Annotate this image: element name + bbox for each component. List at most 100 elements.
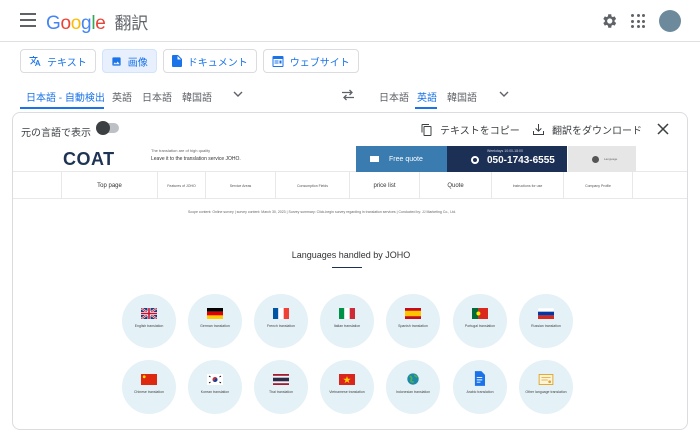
- language-item-german: German translation: [188, 294, 242, 348]
- site-nav-item: Top page: [61, 172, 157, 199]
- document-icon: [474, 371, 485, 386]
- top-app-bar: Google 翻訳: [0, 0, 700, 42]
- settings-gear-icon[interactable]: [600, 12, 618, 30]
- language-caption: Russian translation: [531, 324, 561, 328]
- language-caption: Thai translation: [269, 390, 293, 394]
- portugal-flag-icon: [472, 308, 488, 319]
- language-caption: Korean translation: [200, 390, 230, 394]
- language-caption: Portugal translation: [464, 324, 496, 328]
- site-nav-item: price list: [349, 172, 419, 199]
- language-item-spanish: Spanish translation: [386, 294, 440, 348]
- phone-number: 050-1743-6555: [487, 155, 555, 166]
- document-mode-button[interactable]: ドキュメント: [162, 49, 257, 73]
- site-navigation: Top page Features of JOHO Service Areas …: [13, 172, 687, 199]
- panel-toolbar: 元の言語で表示 テキストをコピー 翻訳をダウンロード: [13, 113, 687, 145]
- china-flag-icon: [141, 374, 157, 385]
- download-translation-button[interactable]: 翻訳をダウンロード: [533, 122, 642, 137]
- source-lang-korean[interactable]: 韓国語: [182, 89, 212, 104]
- target-lang-japanese[interactable]: 日本語: [379, 89, 409, 104]
- site-logo: COAT: [63, 149, 115, 169]
- download-translation-label: 翻訳をダウンロード: [552, 126, 642, 137]
- target-lang-english[interactable]: 英語: [417, 89, 437, 104]
- language-item-italian: Italian translation: [320, 294, 374, 348]
- translation-mode-bar: テキスト 画像 ドキュメント ウェブサイト: [20, 49, 359, 73]
- logo-letter: o: [60, 13, 71, 34]
- language-caption: German translation: [200, 324, 230, 328]
- main-menu-icon[interactable]: [20, 13, 36, 27]
- copy-text-label: テキストをコピー: [440, 126, 520, 137]
- copy-text-button[interactable]: テキストをコピー: [421, 122, 520, 137]
- document-icon: [171, 55, 182, 67]
- korea-flag-icon: [207, 374, 223, 385]
- site-nav-item: Features of JOHO: [157, 172, 205, 199]
- language-item-russian: Russian translation: [519, 294, 573, 348]
- globe-icon: [407, 373, 419, 385]
- target-lang-active-indicator: [415, 107, 437, 109]
- language-caption: Vietnamese translation: [329, 390, 365, 394]
- language-item-chinese: Chinese translation: [122, 360, 176, 414]
- show-original-toggle[interactable]: [96, 121, 119, 135]
- image-mode-button[interactable]: 画像: [101, 49, 157, 73]
- text-mode-button[interactable]: テキスト: [20, 49, 96, 73]
- logo-letter: o: [70, 13, 82, 34]
- target-lang-chevron-down-icon[interactable]: [499, 91, 509, 97]
- language-item-french: French translation: [254, 294, 308, 348]
- language-item-arabic: Arabic translation: [453, 360, 507, 414]
- source-lang-detect[interactable]: 日本語 - 自動検出: [26, 89, 105, 104]
- source-lang-chevron-down-icon[interactable]: [233, 91, 243, 97]
- translated-image-content: COAT The translation are of high quality…: [13, 146, 687, 429]
- download-icon: [533, 124, 544, 135]
- survey-note: Scope content: Online survey | survey co…: [188, 210, 457, 214]
- logo-letter: g: [81, 13, 92, 34]
- site-nav-item: Quote: [419, 172, 491, 199]
- language-caption: Chinese translation: [134, 390, 164, 394]
- language-item-thai: Thai translation: [254, 360, 308, 414]
- image-mode-label: 画像: [127, 57, 148, 69]
- site-tagline-1: The translation are of high quality: [151, 148, 211, 153]
- source-lang-english[interactable]: 英語: [112, 89, 132, 104]
- language-item-indonesian: Indonesian translation: [386, 360, 440, 414]
- language-caption: French translation: [266, 324, 295, 328]
- vietnam-flag-icon: [339, 374, 355, 385]
- website-mode-label: ウェブサイト: [289, 57, 350, 69]
- language-caption: Arabic translation: [466, 390, 494, 394]
- logo-letter: G: [46, 13, 61, 34]
- website-icon: [272, 55, 284, 67]
- site-nav-item: Service Areas: [205, 172, 275, 199]
- app-logo[interactable]: Google 翻訳: [46, 9, 148, 35]
- translate-icon: [29, 55, 41, 67]
- image-icon: [111, 56, 122, 67]
- language-item-english: English translation: [122, 294, 176, 348]
- language-item-vietnamese: Vietnamese translation: [320, 360, 374, 414]
- language-switch-label: Language: [604, 157, 618, 161]
- free-quote-button: Free quote: [356, 146, 447, 172]
- spain-flag-icon: [405, 308, 421, 319]
- language-caption: English translation: [134, 324, 164, 328]
- swap-languages-icon[interactable]: [341, 89, 355, 101]
- russia-flag-icon: [538, 308, 554, 319]
- google-apps-icon[interactable]: [631, 14, 645, 28]
- target-lang-korean[interactable]: 韓国語: [447, 89, 477, 104]
- website-mode-button[interactable]: ウェブサイト: [262, 49, 359, 73]
- france-flag-icon: [273, 308, 289, 319]
- translated-image-panel: 元の言語で表示 テキストをコピー 翻訳をダウンロード COAT The tran…: [12, 112, 688, 430]
- source-lang-japanese[interactable]: 日本語: [142, 89, 172, 104]
- text-mode-label: テキスト: [47, 57, 87, 69]
- uk-flag-icon: [141, 308, 157, 319]
- language-selector-bar: 日本語 - 自動検出 英語 日本語 韓国語 日本語 英語 韓国語: [20, 85, 680, 111]
- account-avatar[interactable]: [659, 10, 681, 32]
- close-icon[interactable]: [657, 123, 669, 135]
- globe-icon: [592, 156, 599, 163]
- germany-flag-icon: [207, 308, 223, 319]
- show-original-label: 元の言語で表示: [21, 128, 91, 139]
- site-nav-item: Instructions for use: [491, 172, 563, 199]
- document-mode-label: ドキュメント: [187, 57, 248, 69]
- language-switch-box: Language: [568, 146, 636, 172]
- site-tagline-2: Leave it to the translation service JOHO…: [151, 156, 241, 162]
- phone-hours: Weekdays 10:00-18:00: [487, 149, 523, 153]
- language-caption: Indonesian translation: [395, 390, 431, 394]
- site-header: COAT The translation are of high quality…: [13, 146, 687, 172]
- languages-section-title: Languages handled by JOHO: [291, 250, 411, 260]
- phone-contact-box: Weekdays 10:00-18:00 050-1743-6555: [447, 146, 567, 172]
- italy-flag-icon: [339, 308, 355, 319]
